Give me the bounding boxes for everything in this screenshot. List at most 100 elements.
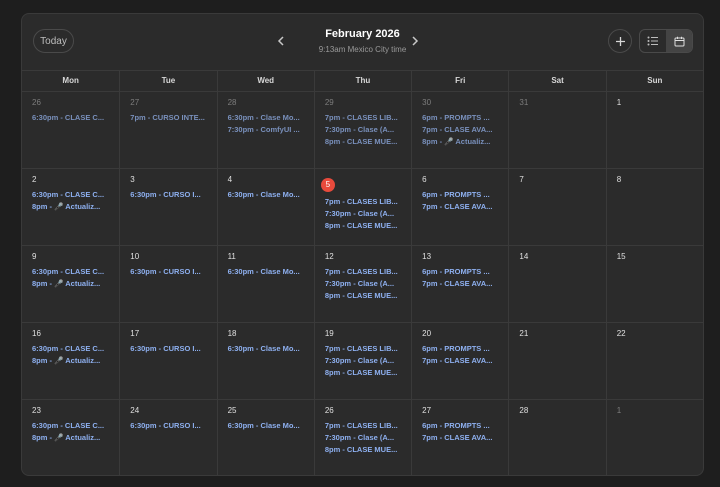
event-item[interactable]: 8pm - CLASE MUE...: [315, 290, 411, 302]
event-item[interactable]: 6:30pm - CLASE C...: [22, 112, 119, 124]
day-cell[interactable]: 17 6:30pm - CURSO I...: [119, 323, 217, 400]
day-cell[interactable]: 13 6pm - PROMPTS ... 7pm - CLASE AVA...: [411, 246, 509, 323]
day-number: 29: [324, 98, 334, 107]
event-item[interactable]: 7pm - CLASES LIB...: [315, 266, 411, 278]
event-list: 6:30pm - Clase Mo...: [218, 266, 314, 278]
day-cell[interactable]: 3 6:30pm - CURSO I...: [119, 169, 217, 246]
event-item[interactable]: 6:30pm - Clase Mo...: [218, 189, 314, 201]
day-cell[interactable]: 27 7pm - CURSO INTE...: [119, 92, 217, 169]
event-item[interactable]: 6:30pm - CLASE C...: [22, 343, 119, 355]
day-cell[interactable]: 16 6:30pm - CLASE C... 8pm - 🎤 Actualiz...: [22, 323, 120, 400]
day-cell[interactable]: 12 7pm - CLASES LIB... 7:30pm - Clase (A..…: [313, 246, 412, 323]
event-item[interactable]: 6:30pm - CURSO I...: [120, 266, 216, 278]
day-cell[interactable]: 28 6:30pm - Clase Mo... 7:30pm - ComfyUI .…: [216, 92, 314, 169]
event-item[interactable]: 7:30pm - Clase (A...: [315, 355, 411, 367]
event-item[interactable]: 6pm - PROMPTS ...: [412, 189, 508, 201]
day-cell[interactable]: 22: [605, 323, 703, 400]
day-cell[interactable]: 30 6pm - PROMPTS ... 7pm - CLASE AVA... 8pm…: [411, 92, 509, 169]
next-month-button[interactable]: [408, 34, 422, 48]
event-item[interactable]: 7pm - CLASE AVA...: [412, 278, 508, 290]
day-cell[interactable]: 20 6pm - PROMPTS ... 7pm - CLASE AVA...: [411, 323, 509, 400]
event-item[interactable]: 7:30pm - Clase (A...: [315, 208, 411, 220]
event-item[interactable]: 6:30pm - Clase Mo...: [218, 266, 314, 278]
event-item[interactable]: 7:30pm - Clase (A...: [315, 124, 411, 136]
event-item[interactable]: 7:30pm - Clase (A...: [315, 278, 411, 290]
day-number: 19: [324, 329, 334, 338]
day-cell[interactable]: 8: [605, 169, 703, 246]
day-cell[interactable]: 15: [605, 246, 703, 323]
event-item[interactable]: 8pm - CLASE MUE...: [315, 136, 411, 148]
event-item[interactable]: 7pm - CLASE AVA...: [412, 201, 508, 213]
event-item[interactable]: 7pm - CLASES LIB...: [315, 112, 411, 124]
event-item[interactable]: 8pm - CLASE MUE...: [315, 367, 411, 379]
event-item[interactable]: 6pm - PROMPTS ...: [412, 112, 508, 124]
day-cell[interactable]: 5 7pm - CLASES LIB... 7:30pm - Clase (A...…: [313, 169, 412, 246]
event-item[interactable]: 8pm - 🎤 Actualiz...: [22, 201, 119, 213]
day-cell[interactable]: 21: [508, 323, 606, 400]
event-item[interactable]: 6:30pm - CURSO I...: [120, 343, 216, 355]
event-item[interactable]: 8pm - 🎤 Actualiz...: [412, 136, 508, 148]
event-item[interactable]: 6pm - PROMPTS ...: [412, 266, 508, 278]
event-item[interactable]: 6:30pm - CLASE C...: [22, 189, 119, 201]
event-item[interactable]: 8pm - 🎤 Actualiz...: [22, 278, 119, 290]
day-number: 28: [519, 406, 529, 415]
day-cell[interactable]: 28: [508, 400, 605, 475]
event-item[interactable]: 8pm - CLASE MUE...: [315, 444, 411, 456]
event-item[interactable]: 7pm - CLASES LIB...: [315, 420, 411, 432]
day-cell[interactable]: 31: [508, 92, 606, 169]
event-item[interactable]: 6:30pm - CLASE C...: [22, 266, 119, 278]
day-cell[interactable]: 4 6:30pm - Clase Mo...: [216, 169, 314, 246]
weekday-tue: Tue: [119, 71, 216, 91]
event-item[interactable]: 7:30pm - Clase (A...: [315, 432, 411, 444]
event-list: 6:30pm - CLASE C... 8pm - 🎤 Actualiz...: [22, 343, 119, 367]
event-item[interactable]: 6pm - PROMPTS ...: [412, 343, 508, 355]
event-item[interactable]: 7:30pm - ComfyUI ...: [218, 124, 314, 136]
day-cell[interactable]: 25 6:30pm - Clase Mo...: [216, 400, 314, 475]
event-item[interactable]: 6:30pm - Clase Mo...: [218, 420, 314, 432]
event-list: 6:30pm - Clase Mo... 7:30pm - ComfyUI ...: [218, 112, 314, 136]
event-item[interactable]: 7pm - CLASES LIB...: [315, 343, 411, 355]
event-list: 6pm - PROMPTS ... 7pm - CLASE AVA...: [412, 189, 508, 213]
event-item[interactable]: 7pm - CLASE AVA...: [412, 355, 508, 367]
event-item[interactable]: 7pm - CURSO INTE...: [120, 112, 216, 124]
day-cell[interactable]: 1: [605, 92, 703, 169]
event-item[interactable]: 8pm - 🎤 Actualiz...: [22, 355, 119, 367]
event-item[interactable]: 7pm - CLASE AVA...: [412, 124, 508, 136]
day-cell[interactable]: 26 7pm - CLASES LIB... 7:30pm - Clase (A..…: [313, 400, 411, 475]
day-cell[interactable]: 27 6pm - PROMPTS ... 7pm - CLASE AVA...: [411, 400, 508, 475]
event-list: 7pm - CLASES LIB... 7:30pm - Clase (A... 8…: [315, 420, 411, 456]
day-cell[interactable]: 24 6:30pm - CURSO I...: [119, 400, 216, 475]
weekday-sun: Sun: [605, 71, 703, 91]
event-item[interactable]: 6:30pm - CURSO I...: [120, 420, 216, 432]
event-item[interactable]: 7pm - CLASE AVA...: [412, 432, 508, 444]
day-cell[interactable]: 19 7pm - CLASES LIB... 7:30pm - Clase (A..…: [313, 323, 412, 400]
event-item[interactable]: 6pm - PROMPTS ...: [412, 420, 508, 432]
event-list: 7pm - CLASES LIB... 7:30pm - Clase (A... 8…: [315, 266, 411, 302]
event-item[interactable]: 7pm - CLASES LIB...: [315, 196, 411, 208]
month-view-button[interactable]: [666, 30, 692, 52]
event-item[interactable]: 6:30pm - Clase Mo...: [218, 343, 314, 355]
event-item[interactable]: 6:30pm - Clase Mo...: [218, 112, 314, 124]
event-item[interactable]: 6:30pm - CLASE C...: [22, 420, 119, 432]
day-cell[interactable]: 7: [508, 169, 606, 246]
day-cell[interactable]: 10 6:30pm - CURSO I...: [119, 246, 217, 323]
day-cell[interactable]: 29 7pm - CLASES LIB... 7:30pm - Clase (A..…: [313, 92, 412, 169]
add-event-button[interactable]: [608, 29, 632, 53]
event-item[interactable]: 8pm - 🎤 Actualiz...: [22, 432, 119, 444]
event-list: 6:30pm - CLASE C... 8pm - 🎤 Actualiz...: [22, 189, 119, 213]
day-cell[interactable]: 18 6:30pm - Clase Mo...: [216, 323, 314, 400]
day-number: 12: [324, 252, 334, 261]
day-cell[interactable]: 11 6:30pm - Clase Mo...: [216, 246, 314, 323]
list-view-button[interactable]: [640, 30, 666, 52]
day-cell[interactable]: 1: [605, 400, 703, 475]
day-cell[interactable]: 23 6:30pm - CLASE C... 8pm - 🎤 Actualiz...: [22, 400, 119, 475]
day-cell[interactable]: 26 6:30pm - CLASE C...: [22, 92, 120, 169]
day-cell[interactable]: 2 6:30pm - CLASE C... 8pm - 🎤 Actualiz...: [22, 169, 120, 246]
day-cell[interactable]: 6 6pm - PROMPTS ... 7pm - CLASE AVA...: [411, 169, 509, 246]
day-cell[interactable]: 14: [508, 246, 606, 323]
day-cell[interactable]: 9 6:30pm - CLASE C... 8pm - 🎤 Actualiz...: [22, 246, 120, 323]
event-item[interactable]: 6:30pm - CURSO I...: [120, 189, 216, 201]
weekday-thu: Thu: [313, 71, 411, 91]
event-item[interactable]: 8pm - CLASE MUE...: [315, 220, 411, 232]
day-number: 2: [32, 175, 37, 184]
